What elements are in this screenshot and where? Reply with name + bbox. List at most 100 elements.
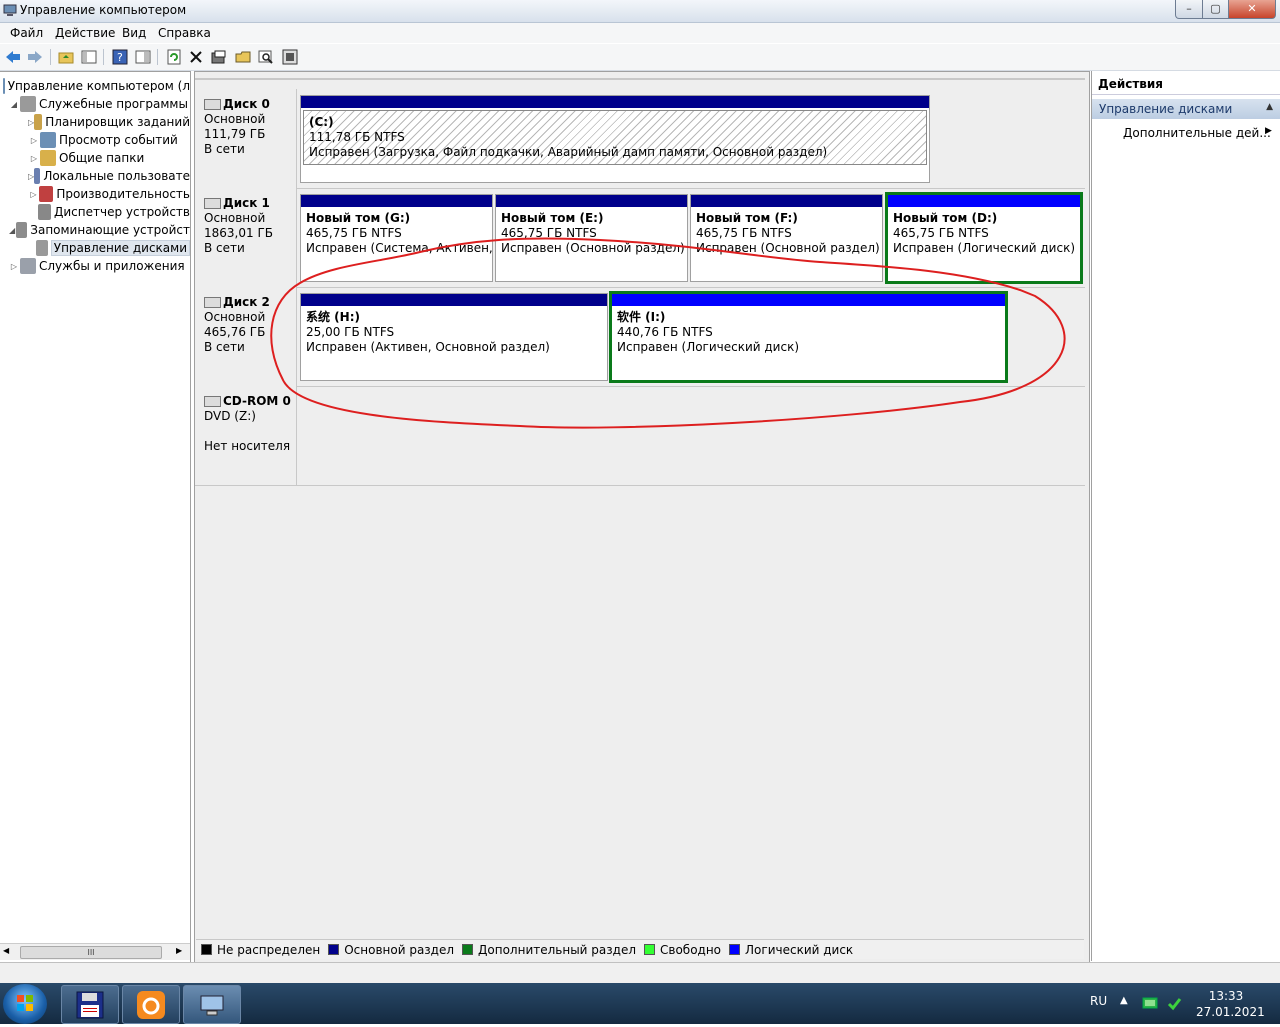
help-icon[interactable]: ? xyxy=(111,48,129,66)
tree-item-label: Управление компьютером (л xyxy=(7,79,190,93)
disk-label[interactable]: Диск 0 Основной 111,79 ГБ В сети xyxy=(195,89,297,188)
storage-icon xyxy=(16,222,28,238)
export-icon[interactable] xyxy=(210,48,228,66)
start-button[interactable] xyxy=(3,984,47,1024)
disk-size: 1863,01 ГБ xyxy=(204,226,273,240)
clock-icon xyxy=(34,114,43,130)
up-folder-icon[interactable] xyxy=(57,48,75,66)
open-icon[interactable] xyxy=(234,48,252,66)
disk-type: Основной xyxy=(204,112,266,126)
back-arrow-icon[interactable] xyxy=(4,48,22,66)
menu-action[interactable]: Действие xyxy=(55,26,115,40)
partition-status: Исправен (Основной раздел) xyxy=(696,241,880,255)
expand-arrow-icon[interactable]: ◢ xyxy=(8,226,16,235)
partition[interactable]: Новый том (E:) 465,75 ГБ NTFS Исправен (… xyxy=(495,194,688,282)
submenu-arrow-icon: ▶ xyxy=(1265,126,1272,136)
partition[interactable]: (C:) 111,78 ГБ NTFS Исправен (Загрузка, … xyxy=(300,95,930,183)
partition-bar xyxy=(691,195,882,207)
expand-arrow-icon[interactable]: ▷ xyxy=(28,154,40,163)
partition[interactable]: Новый том (F:) 465,75 ГБ NTFS Исправен (… xyxy=(690,194,883,282)
tree-item[interactable]: ◢ Запоминающие устройст xyxy=(0,221,190,239)
minimize-button[interactable]: – xyxy=(1175,0,1203,19)
more-actions-link[interactable]: Дополнительные дей... ▶ xyxy=(1123,126,1272,140)
disk-size: 111,79 ГБ xyxy=(204,127,266,141)
delete-icon[interactable] xyxy=(187,48,205,66)
tree-item[interactable]: ▷ Планировщик заданий xyxy=(0,113,190,131)
forward-arrow-icon[interactable] xyxy=(26,48,44,66)
show-hide-tree-icon[interactable] xyxy=(80,48,98,66)
taskbar-app-save[interactable] xyxy=(61,985,119,1024)
close-button[interactable]: ✕ xyxy=(1228,0,1276,19)
partition-size: 465,75 ГБ NTFS xyxy=(306,226,402,240)
show-hidden-icons-button[interactable]: ▲ xyxy=(1120,995,1128,1006)
tree-item-label: Просмотр событий xyxy=(59,133,178,147)
network-icon[interactable] xyxy=(1142,996,1158,1013)
actions-section-disk-management[interactable]: Управление дисками ▲ xyxy=(1092,99,1280,119)
menu-help[interactable]: Справка xyxy=(158,26,211,40)
disk-name: CD-ROM 0 xyxy=(223,394,291,408)
disk-management-icon xyxy=(36,240,48,256)
clock[interactable]: 13:33 27.01.2021 xyxy=(1196,988,1265,1020)
partition[interactable]: Новый том (G:) 465,75 ГБ NTFS Исправен (… xyxy=(300,194,493,282)
legend-label: Основной раздел xyxy=(344,942,455,957)
partition-bar xyxy=(496,195,687,207)
partition-name: (C:) xyxy=(309,115,334,129)
toolbar-separator xyxy=(50,49,51,65)
disk-label[interactable]: Диск 1 Основной 1863,01 ГБ В сети xyxy=(195,188,297,287)
taskbar-app-browser[interactable] xyxy=(122,985,180,1024)
scroll-right-icon[interactable]: ▶ xyxy=(176,946,182,955)
partition[interactable]: Новый том (D:) 465,75 ГБ NTFS Исправен (… xyxy=(885,192,1083,284)
maximize-button[interactable]: ▢ xyxy=(1202,0,1229,19)
disk-status: Нет носителя xyxy=(204,439,291,453)
tree-item[interactable]: ◢ Служебные программы xyxy=(0,95,190,113)
tree-item[interactable]: ▷ Службы и приложения xyxy=(0,257,190,275)
tree-item-label: Службы и приложения xyxy=(39,259,185,273)
expand-arrow-icon[interactable]: ▷ xyxy=(28,136,40,145)
expand-arrow-icon[interactable]: ◢ xyxy=(8,100,20,109)
partition-status: Исправен (Система, Активен, Ос xyxy=(306,241,493,255)
partition-bar xyxy=(888,195,1080,207)
tree-item[interactable]: ▷ Общие папки xyxy=(0,149,190,167)
tree-item-label: Локальные пользовате xyxy=(43,169,190,183)
disk-icon xyxy=(204,99,221,110)
partition-status: Исправен (Загрузка, Файл подкачки, Авари… xyxy=(309,145,828,159)
tree-item[interactable]: Управление дисками xyxy=(0,239,190,257)
legend-item: Свободно xyxy=(644,943,721,957)
computer-management-icon xyxy=(3,78,5,94)
status-bar xyxy=(0,962,1280,983)
disk-label[interactable]: CD-ROM 0 DVD (Z:) Нет носителя xyxy=(195,386,297,485)
partition[interactable]: 系统 (H:) 25,00 ГБ NTFS Исправен (Активен,… xyxy=(300,293,608,381)
expand-arrow-icon[interactable]: ▷ xyxy=(8,262,20,271)
window-title: Управление компьютером xyxy=(20,3,187,17)
taskbar: RU ▲ 13:33 27.01.2021 xyxy=(0,983,1280,1024)
security-icon[interactable] xyxy=(1166,996,1182,1015)
collapse-icon[interactable]: ▲ xyxy=(1266,102,1273,112)
legend-swatch xyxy=(729,944,741,955)
tree-item[interactable]: ▷ Локальные пользовате xyxy=(0,167,190,185)
partition-name: Новый том (G:) xyxy=(306,211,411,225)
settings-icon[interactable] xyxy=(281,48,299,66)
scroll-left-icon[interactable]: ◀ xyxy=(3,946,9,955)
tree-horizontal-scrollbar[interactable]: III ◀ ▶ xyxy=(0,943,190,960)
scrollbar-thumb[interactable]: III xyxy=(20,946,162,959)
tree-item[interactable]: Диспетчер устройств xyxy=(0,203,190,221)
partition-size: 111,78 ГБ NTFS xyxy=(309,130,405,144)
partition-bar xyxy=(301,96,929,108)
svg-text:?: ? xyxy=(117,51,123,64)
tree-item[interactable]: ▷ Производительность xyxy=(0,185,190,203)
menu-file[interactable]: Файл xyxy=(10,26,43,40)
tree-item[interactable]: Управление компьютером (л xyxy=(0,77,190,95)
refresh-icon[interactable] xyxy=(165,48,183,66)
more-actions-label: Дополнительные дей... xyxy=(1123,126,1271,140)
search-icon[interactable] xyxy=(257,48,275,66)
disk-label[interactable]: Диск 2 Основной 465,76 ГБ В сети xyxy=(195,287,297,386)
partition[interactable]: 软件 (I:) 440,76 ГБ NTFS Исправен (Логичес… xyxy=(609,291,1008,383)
taskbar-app-computer-management[interactable] xyxy=(183,985,241,1024)
expand-arrow-icon[interactable]: ▷ xyxy=(28,190,39,199)
language-indicator[interactable]: RU xyxy=(1090,994,1107,1008)
menu-view[interactable]: Вид xyxy=(122,26,146,40)
properties-icon[interactable] xyxy=(134,48,152,66)
disk-name: Диск 0 xyxy=(223,97,270,111)
users-icon xyxy=(34,168,41,184)
tree-item[interactable]: ▷ Просмотр событий xyxy=(0,131,190,149)
